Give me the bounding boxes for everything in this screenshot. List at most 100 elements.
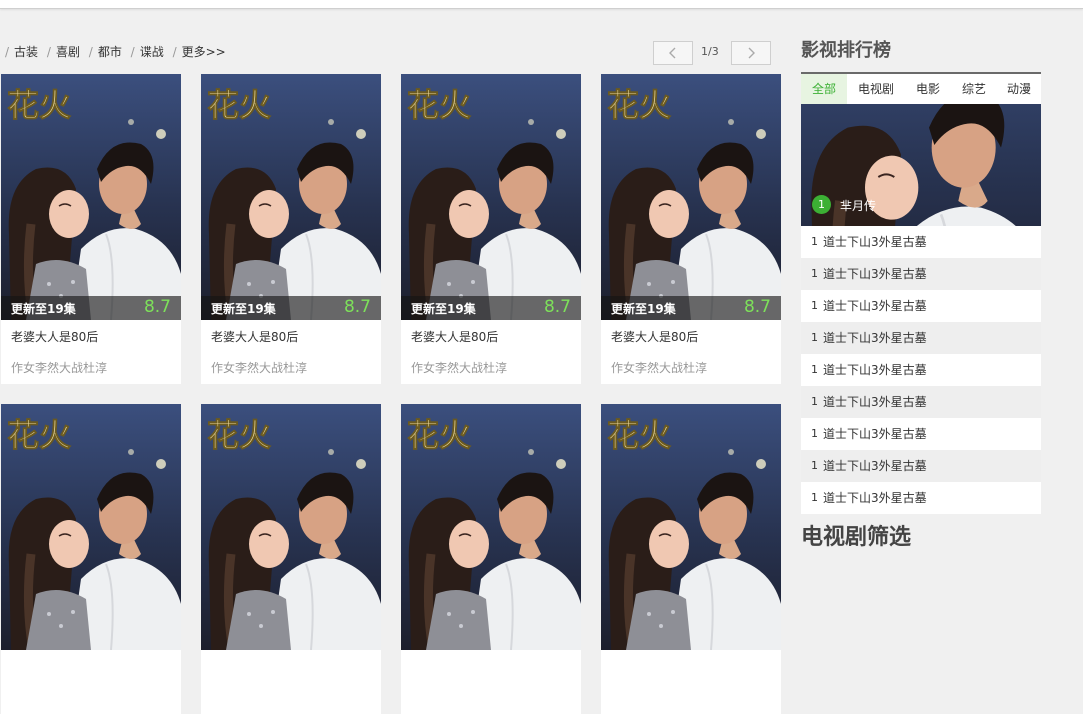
poster-artwork: 花火 bbox=[1, 74, 181, 320]
rank-title[interactable]: 道士下山3外星古墓 bbox=[823, 354, 927, 386]
rank-title[interactable]: 道士下山3外星古墓 bbox=[823, 258, 927, 290]
episode-status: 更新至19集 bbox=[211, 302, 276, 316]
breadcrumb-separator: / bbox=[5, 45, 10, 59]
svg-text:花火: 花火 bbox=[207, 86, 271, 124]
rank-title[interactable]: 道士下山3外星古墓 bbox=[823, 482, 927, 514]
chevron-left-icon bbox=[669, 47, 676, 59]
breadcrumb-separator: / bbox=[46, 45, 51, 59]
poster-artwork: 花火 bbox=[1, 404, 181, 650]
category-link-comedy[interactable]: 喜剧 bbox=[56, 45, 80, 59]
drama-poster[interactable]: 花火 bbox=[201, 74, 381, 320]
ranking-row[interactable]: 1 道士下山3外星古墓 bbox=[801, 226, 1041, 258]
ranking-row[interactable]: 1 道士下山3外星古墓 bbox=[801, 290, 1041, 322]
drama-subtitle: 作女李然大战杜淳 bbox=[211, 361, 308, 375]
drama-title[interactable]: 老婆大人是80后 bbox=[411, 328, 498, 345]
rank-number: 1 bbox=[811, 299, 818, 312]
drama-title[interactable]: 老婆大人是80后 bbox=[11, 328, 98, 345]
ranking-row[interactable]: 1 道士下山3外星古墓 bbox=[801, 322, 1041, 354]
drama-card[interactable]: 花火 bbox=[601, 404, 781, 714]
poster-artwork: 花火 bbox=[601, 404, 781, 650]
drama-card[interactable]: 花火 bbox=[201, 404, 381, 714]
rank-title[interactable]: 道士下山3外星古墓 bbox=[823, 226, 927, 258]
rating-score: 8.7 bbox=[543, 297, 571, 317]
poster-artwork: 花火 bbox=[601, 74, 781, 320]
poster-artwork: 花火 bbox=[401, 404, 581, 650]
drama-poster[interactable]: 花火 bbox=[401, 74, 581, 320]
ranking-row[interactable]: 1 道士下山3外星古墓 bbox=[801, 258, 1041, 290]
rank-number: 1 bbox=[811, 459, 818, 472]
episode-status-bar: 更新至19集 8.7 bbox=[1, 296, 181, 320]
drama-poster[interactable]: 花火 bbox=[401, 404, 581, 650]
episode-status-bar: 更新至19集 8.7 bbox=[601, 296, 781, 320]
drama-card[interactable]: 花火 更新至19集 8.7 老婆大人是80后 作女李然大战杜淳 bbox=[201, 74, 381, 384]
ranking-top-title[interactable]: 芈月传 bbox=[840, 197, 876, 214]
ranking-row[interactable]: 1 道士下山3外星古墓 bbox=[801, 482, 1041, 514]
rating-score: 8.7 bbox=[343, 297, 371, 317]
rank-number: 1 bbox=[811, 363, 818, 376]
ranking-row[interactable]: 1 道士下山3外星古墓 bbox=[801, 354, 1041, 386]
page-indicator: 1/3 bbox=[701, 45, 719, 58]
svg-text:花火: 花火 bbox=[7, 86, 71, 124]
drama-title[interactable]: 老婆大人是80后 bbox=[211, 328, 298, 345]
drama-card[interactable]: 花火 更新至19集 8.7 老婆大人是80后 作女李然大战杜淳 bbox=[1, 74, 181, 384]
episode-status: 更新至19集 bbox=[611, 302, 676, 316]
tab-anime[interactable]: 动漫 bbox=[997, 74, 1041, 104]
tab-tv-series[interactable]: 电视剧 bbox=[847, 74, 905, 104]
ranking-row[interactable]: 1 道士下山3外星古墓 bbox=[801, 386, 1041, 418]
poster-artwork: 花火 bbox=[801, 104, 1041, 226]
drama-card[interactable]: 花火 bbox=[401, 404, 581, 714]
rank-number: 1 bbox=[811, 491, 818, 504]
ranking-row[interactable]: 1 道士下山3外星古墓 bbox=[801, 450, 1041, 482]
episode-status: 更新至19集 bbox=[411, 302, 476, 316]
svg-text:花火: 花火 bbox=[7, 416, 71, 454]
episode-status: 更新至19集 bbox=[11, 302, 76, 316]
episode-status-bar: 更新至19集 8.7 bbox=[201, 296, 381, 320]
drama-subtitle: 作女李然大战杜淳 bbox=[611, 361, 708, 375]
tv-filter-heading: 电视剧筛选 bbox=[801, 524, 912, 550]
drama-card[interactable]: 花火 更新至19集 8.7 老婆大人是80后 作女李然大战杜淳 bbox=[401, 74, 581, 384]
tab-movies[interactable]: 电影 bbox=[905, 74, 951, 104]
category-link-more[interactable]: 更多>> bbox=[182, 45, 226, 59]
tab-all[interactable]: 全部 bbox=[801, 74, 847, 104]
rank-number: 1 bbox=[811, 235, 818, 248]
drama-card[interactable]: 花火 bbox=[1, 404, 181, 714]
ranking-row[interactable]: 1 道士下山3外星古墓 bbox=[801, 418, 1041, 450]
drama-title[interactable]: 老婆大人是80后 bbox=[611, 328, 698, 345]
next-page-button[interactable] bbox=[731, 41, 771, 65]
tab-variety[interactable]: 综艺 bbox=[951, 74, 997, 104]
rank-badge: 1 bbox=[812, 195, 831, 214]
rank-title[interactable]: 道士下山3外星古墓 bbox=[823, 418, 927, 450]
drama-poster[interactable]: 花火 bbox=[601, 74, 781, 320]
drama-poster[interactable]: 花火 bbox=[1, 74, 181, 320]
chevron-right-icon bbox=[748, 47, 755, 59]
poster-artwork: 花火 bbox=[201, 404, 381, 650]
rank-number: 1 bbox=[811, 331, 818, 344]
drama-poster[interactable]: 花火 bbox=[201, 404, 381, 650]
drama-poster[interactable]: 花火 bbox=[601, 404, 781, 650]
category-link-spy[interactable]: 谍战 bbox=[140, 45, 164, 59]
rank-number: 1 bbox=[811, 267, 818, 280]
poster-artwork: 花火 bbox=[201, 74, 381, 320]
rating-score: 8.7 bbox=[743, 297, 771, 317]
category-link-costume[interactable]: 古装 bbox=[14, 45, 38, 59]
rank-title[interactable]: 道士下山3外星古墓 bbox=[823, 386, 927, 418]
ranking-top-poster[interactable]: 花火 bbox=[801, 104, 1041, 226]
breadcrumb-separator: / bbox=[172, 45, 177, 59]
svg-text:花火: 花火 bbox=[607, 416, 671, 454]
prev-page-button[interactable] bbox=[653, 41, 693, 65]
svg-text:花火: 花火 bbox=[407, 416, 471, 454]
category-link-urban[interactable]: 都市 bbox=[98, 45, 122, 59]
svg-text:花火: 花火 bbox=[407, 86, 471, 124]
drama-subtitle: 作女李然大战杜淳 bbox=[411, 361, 508, 375]
drama-poster[interactable]: 花火 bbox=[1, 404, 181, 650]
episode-status-bar: 更新至19集 8.7 bbox=[401, 296, 581, 320]
rank-title[interactable]: 道士下山3外星古墓 bbox=[823, 450, 927, 482]
drama-card[interactable]: 花火 更新至19集 8.7 老婆大人是80后 作女李然大战杜淳 bbox=[601, 74, 781, 384]
ranking-top-item[interactable]: 花火 1 芈月传 bbox=[801, 104, 1041, 226]
ranking-panel: 全部 电视剧 电影 综艺 动漫 花火 1 芈月传 1 道士下山3外星古墓 1 道士下… bbox=[801, 72, 1041, 514]
ranking-heading: 影视排行榜 bbox=[801, 40, 891, 61]
rank-title[interactable]: 道士下山3外星古墓 bbox=[823, 322, 927, 354]
category-breadcrumb: / 古装 / 喜剧 / 都市 / 谍战 / 更多>> bbox=[0, 43, 226, 59]
rating-score: 8.7 bbox=[143, 297, 171, 317]
rank-title[interactable]: 道士下山3外星古墓 bbox=[823, 290, 927, 322]
